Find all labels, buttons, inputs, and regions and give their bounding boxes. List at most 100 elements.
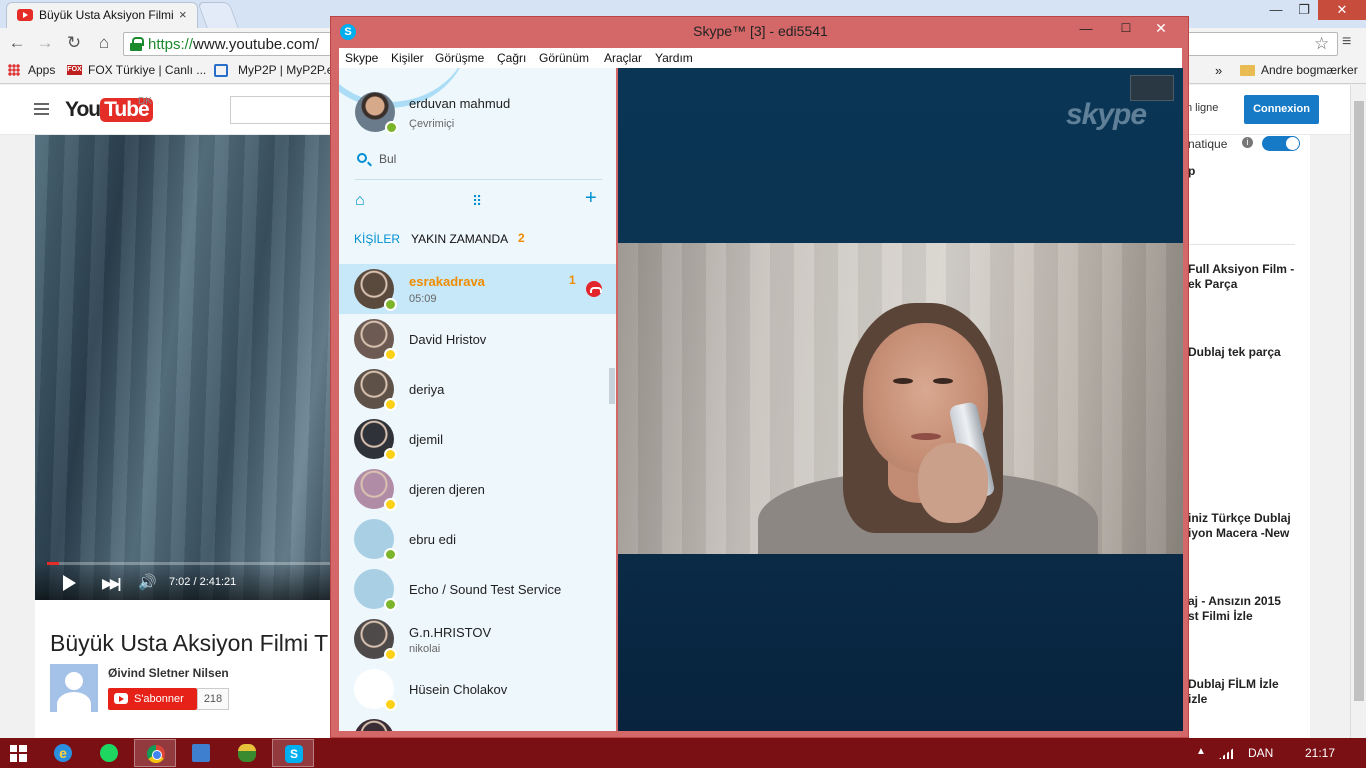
bookmarks-overflow-button[interactable]: »: [1215, 63, 1222, 78]
skype-close-button[interactable]: ✕: [1151, 20, 1171, 37]
skype-minimize-button[interactable]: —: [1076, 21, 1096, 36]
next-icon[interactable]: ▶▶|: [102, 575, 122, 592]
skype-window-title: Skype™ [3] - edi5541: [693, 23, 828, 39]
channel-avatar[interactable]: [50, 664, 98, 712]
time-display: 7:02 / 2:41:21: [169, 576, 237, 588]
contact-avatar: [354, 669, 397, 711]
tray-overflow-icon[interactable]: ▲: [1196, 746, 1206, 757]
contact-search-input[interactable]: Bul: [379, 152, 396, 166]
taskbar-skype[interactable]: S: [272, 739, 314, 767]
contact-avatar: [354, 419, 397, 461]
contact-item[interactable]: ismail: [339, 714, 616, 731]
tab-close-icon[interactable]: ×: [179, 7, 187, 22]
progress-bar[interactable]: [47, 562, 335, 565]
menu-help[interactable]: Yardım: [655, 51, 693, 65]
menu-contacts[interactable]: Kişiler: [391, 51, 424, 65]
home-icon[interactable]: ⌂: [94, 33, 114, 53]
taskbar-internet-explorer[interactable]: e: [42, 739, 84, 767]
contact-avatar: [354, 269, 397, 311]
sign-in-button[interactable]: Connexion: [1244, 95, 1319, 124]
browser-tab-active[interactable]: Büyük Usta Aksiyon Filmi ×: [6, 2, 198, 28]
contact-item[interactable]: esrakadrava 05:09 1: [339, 264, 616, 314]
bookmark-myp2p[interactable]: MyP2P | MyP2P.e: [238, 63, 333, 77]
online-status-icon: [385, 121, 398, 134]
play-icon[interactable]: [63, 575, 76, 591]
windows-start-icon[interactable]: [10, 745, 27, 762]
volume-icon[interactable]: 🔊: [138, 573, 157, 591]
autoplay-row: natique i: [1180, 135, 1310, 155]
related-video-1-title-line2[interactable]: ek Parça: [1188, 277, 1237, 292]
related-video-5-title-line2[interactable]: izle: [1188, 692, 1207, 707]
related-video-4-title-line2[interactable]: st Filmi İzle: [1188, 609, 1253, 624]
taskbar-spotify[interactable]: [88, 739, 130, 767]
back-arrow-icon[interactable]: ←: [7, 33, 27, 53]
my-status[interactable]: Çevrimiçi: [409, 118, 454, 130]
menu-tools[interactable]: Araçlar: [604, 51, 642, 65]
page-scrollbar-thumb[interactable]: [1354, 101, 1364, 701]
self-video-preview[interactable]: [1130, 75, 1174, 101]
taskbar-app[interactable]: [226, 739, 268, 767]
video-player[interactable]: ▶▶| 🔊 7:02 / 2:41:21: [35, 135, 335, 600]
contact-item[interactable]: djemil: [339, 414, 616, 464]
end-call-icon[interactable]: [586, 281, 602, 297]
related-video-3-title-line1[interactable]: iniz Türkçe Dublaj: [1188, 511, 1291, 526]
browser-close-button[interactable]: ✕: [1318, 0, 1366, 20]
bookmark-apps[interactable]: Apps: [28, 63, 55, 77]
online-link[interactable]: n ligne: [1186, 102, 1218, 114]
contact-item[interactable]: Hüsein Cholakov: [339, 664, 616, 714]
unread-count-badge: 1: [569, 273, 576, 287]
contact-subtitle: nikolai: [409, 643, 441, 655]
page-scrollbar[interactable]: [1350, 85, 1366, 738]
caller-left-eye: [893, 378, 913, 384]
apps-grid-icon[interactable]: [8, 64, 20, 76]
tab-recent[interactable]: YAKIN ZAMANDA: [411, 232, 508, 246]
network-signal-icon[interactable]: [1219, 747, 1235, 759]
dialpad-icon[interactable]: ⠿: [472, 193, 482, 210]
contact-item[interactable]: ebru edi: [339, 514, 616, 564]
guide-menu-icon[interactable]: [34, 103, 49, 115]
contact-list-scrollbar[interactable]: [609, 368, 615, 404]
contact-item[interactable]: deriya: [339, 364, 616, 414]
reload-icon[interactable]: ↻: [64, 33, 84, 53]
my-avatar[interactable]: [355, 92, 398, 134]
info-icon[interactable]: i: [1242, 137, 1253, 148]
taskbar-chrome[interactable]: [134, 739, 176, 767]
system-clock[interactable]: 21:17: [1305, 746, 1335, 760]
bookmark-star-icon[interactable]: ☆: [1314, 34, 1329, 54]
spotify-icon: [100, 744, 118, 762]
contact-item[interactable]: G.n.HRISTOV nikolai: [339, 614, 616, 664]
home-icon[interactable]: ⌂: [355, 192, 365, 210]
add-contact-icon[interactable]: +: [585, 187, 597, 210]
related-video-3-title-line2[interactable]: iyon Macera -New: [1188, 526, 1289, 541]
channel-name[interactable]: Øivind Sletner Nilsen: [108, 666, 229, 680]
new-tab-button[interactable]: [197, 2, 239, 28]
autoplay-toggle[interactable]: [1262, 136, 1300, 151]
related-video-4-title-line1[interactable]: aj - Ansızın 2015: [1188, 594, 1281, 609]
bookmark-other-folder[interactable]: Andre bogmærker: [1261, 63, 1358, 77]
contact-item[interactable]: djeren djeren: [339, 464, 616, 514]
related-video-1-title-line1[interactable]: Full Aksiyon Film -: [1188, 262, 1294, 277]
tab-contacts[interactable]: KİŞİLER: [354, 232, 400, 246]
browser-minimize-button[interactable]: —: [1262, 0, 1290, 20]
input-language[interactable]: DAN: [1248, 746, 1273, 760]
skype-maximize-button[interactable]: ☐: [1116, 21, 1136, 35]
menu-call[interactable]: Çağrı: [497, 51, 526, 65]
related-video-2-title[interactable]: Dublaj tek parça: [1188, 345, 1281, 360]
browser-maximize-button[interactable]: ❐: [1290, 0, 1318, 20]
related-video-0[interactable]: p: [1188, 164, 1195, 179]
bookmark-fox[interactable]: FOX Türkiye | Canlı ...: [88, 63, 206, 77]
my-display-name[interactable]: erduvan mahmud: [409, 96, 510, 111]
subscribe-button[interactable]: S'abonner: [108, 688, 197, 710]
related-video-5-title-line1[interactable]: Dublaj FİLM İzle: [1188, 677, 1279, 692]
contact-item[interactable]: Echo / Sound Test Service: [339, 564, 616, 614]
menu-skype[interactable]: Skype: [345, 51, 378, 65]
forward-arrow-icon[interactable]: →: [35, 33, 55, 53]
youtube-search-input[interactable]: [230, 96, 340, 124]
menu-conversation[interactable]: Görüşme: [435, 51, 484, 65]
contact-item[interactable]: David Hristov: [339, 314, 616, 364]
browser-menu-icon[interactable]: ≡: [1342, 33, 1351, 51]
call-video-area[interactable]: skype: [618, 68, 1183, 731]
taskbar-app[interactable]: [180, 739, 222, 767]
contact-name: djeren djeren: [409, 482, 485, 497]
menu-view[interactable]: Görünüm: [539, 51, 589, 65]
